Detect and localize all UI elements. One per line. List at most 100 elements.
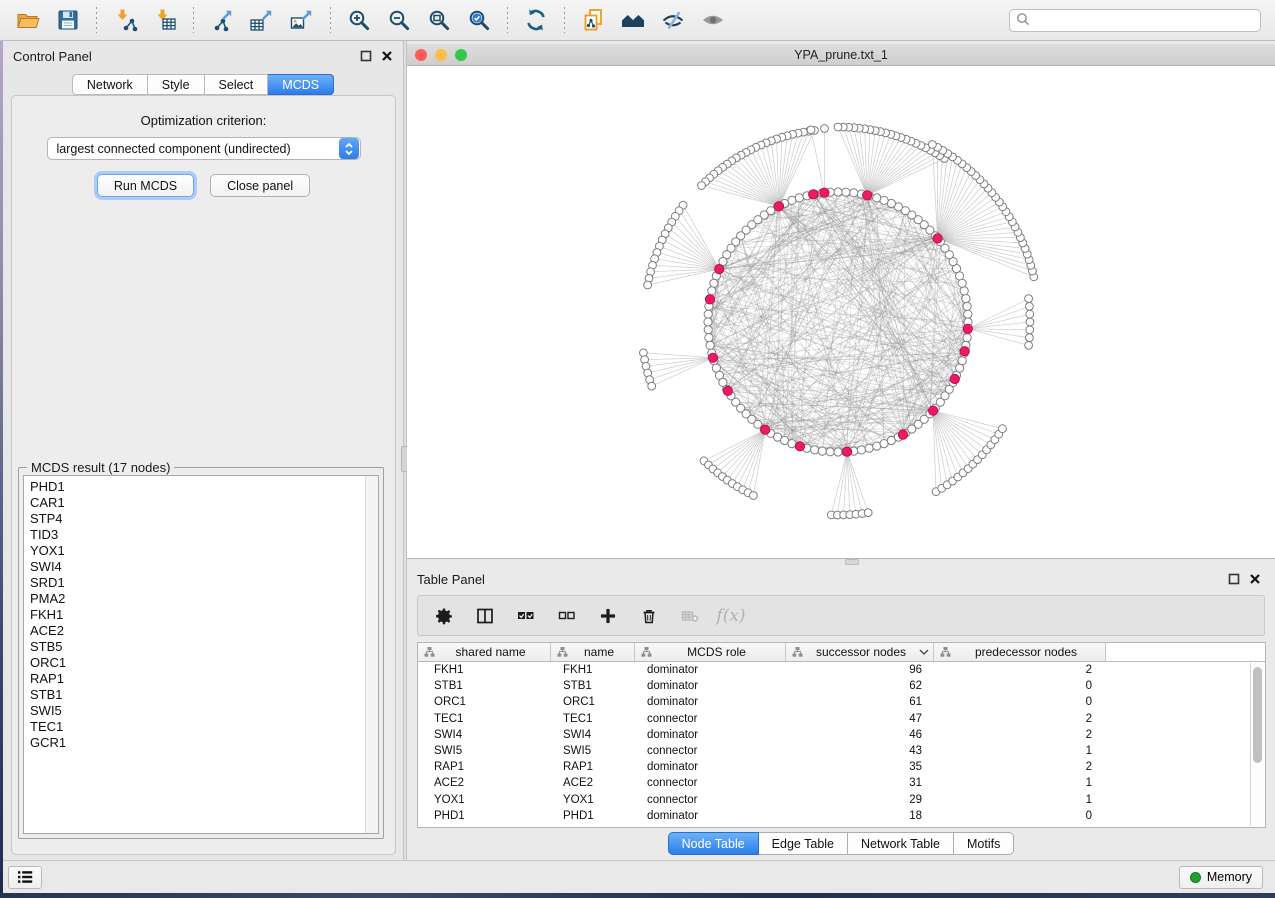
select-all-button[interactable] [514, 604, 538, 628]
cell: dominator [635, 729, 786, 741]
show-panels-button[interactable] [8, 866, 42, 889]
optimization-criterion-label: Optimization criterion: [12, 113, 395, 128]
add-button[interactable] [596, 604, 620, 628]
columns-button[interactable] [473, 604, 497, 628]
hide-selected-button[interactable] [656, 4, 690, 36]
cell: 1 [934, 777, 1106, 789]
cell: 2 [934, 713, 1106, 725]
cell: SWI4 [418, 729, 551, 741]
mcds-result-item[interactable]: SWI5 [30, 703, 378, 719]
search-input[interactable] [1034, 13, 1254, 27]
column-header-predecessor-nodes[interactable]: predecessor nodes [934, 643, 1106, 661]
export-image-button[interactable] [285, 4, 319, 36]
network-window-titlebar: YPA_prune.txt_1 [407, 44, 1275, 66]
mcds-result-item[interactable]: STB1 [30, 687, 378, 703]
cell: 62 [786, 680, 934, 692]
tab-mcds[interactable]: MCDS [268, 74, 334, 95]
mcds-result-item[interactable]: GCR1 [30, 735, 378, 751]
mcds-result-item[interactable]: ACE2 [30, 623, 378, 639]
mcds-result-item[interactable]: STP4 [30, 511, 378, 527]
cell: 0 [934, 696, 1106, 708]
table-row[interactable]: TEC1TEC1connector472 [418, 711, 1265, 727]
cell: RAP1 [418, 761, 551, 773]
horizontal-splitter-grip[interactable] [845, 559, 859, 565]
mcds-result-item[interactable]: PHD1 [30, 479, 378, 495]
table-row[interactable]: SWI5SWI5connector431 [418, 743, 1265, 759]
mcds-result-item[interactable]: PMA2 [30, 591, 378, 607]
table-row[interactable]: SWI4SWI4dominator462 [418, 727, 1265, 743]
delete-button[interactable] [637, 604, 661, 628]
zoom-in-button[interactable] [342, 4, 376, 36]
delete-icon [640, 607, 658, 625]
search-icon [1016, 12, 1030, 29]
mcds-result-item[interactable]: RAP1 [30, 671, 378, 687]
duplicate-network-button[interactable] [576, 4, 610, 36]
refresh-button[interactable] [519, 4, 553, 36]
export-network-button[interactable] [205, 4, 239, 36]
open-button[interactable] [11, 4, 45, 36]
column-header-name[interactable]: name [551, 643, 635, 661]
show-all-button[interactable] [696, 4, 730, 36]
mcds-result-item[interactable]: TEC1 [30, 719, 378, 735]
cell: ORC1 [551, 696, 635, 708]
mcds-result-item[interactable]: SRD1 [30, 575, 378, 591]
column-header-shared-name[interactable]: shared name [418, 643, 551, 661]
tab-select[interactable]: Select [205, 74, 269, 95]
close-panel-button[interactable]: Close panel [210, 174, 310, 197]
cell: connector [635, 777, 786, 789]
optimization-criterion-select[interactable]: largest connected component (undirected) [47, 137, 361, 160]
network-window-title: YPA_prune.txt_1 [407, 48, 1275, 62]
mcds-result-item[interactable]: ORC1 [30, 655, 378, 671]
tab-network-table[interactable]: Network Table [848, 832, 954, 855]
table-row[interactable]: PHD1PHD1dominator180 [418, 808, 1265, 824]
network-view-canvas[interactable] [407, 66, 1275, 559]
mcds-result-item[interactable]: FKH1 [30, 607, 378, 623]
import-table-button[interactable] [148, 4, 182, 36]
run-mcds-button[interactable]: Run MCDS [97, 174, 194, 197]
float-table-panel-icon[interactable] [1227, 573, 1240, 586]
mcds-result-item[interactable]: CAR1 [30, 495, 378, 511]
tab-network[interactable]: Network [72, 74, 148, 95]
table-row[interactable]: YOX1YOX1connector291 [418, 792, 1265, 808]
export-table-button[interactable] [245, 4, 279, 36]
zoom-fit-button[interactable] [422, 4, 456, 36]
gear-button[interactable] [432, 604, 456, 628]
table-scrollbar-thumb[interactable] [1253, 667, 1262, 763]
deselect-all-icon [558, 607, 576, 625]
mcds-result-item[interactable]: YOX1 [30, 543, 378, 559]
table-row[interactable]: FKH1FKH1dominator962 [418, 662, 1265, 678]
result-list-scrollbar[interactable] [365, 476, 378, 833]
close-panel-icon[interactable] [380, 50, 393, 63]
tab-motifs[interactable]: Motifs [954, 832, 1014, 855]
close-table-panel-icon[interactable] [1248, 573, 1261, 586]
zoom-in-icon [346, 7, 372, 33]
column-header-MCDS-role[interactable]: MCDS role [635, 643, 786, 661]
table-scrollbar[interactable] [1250, 663, 1264, 826]
table-row[interactable]: STB1STB1dominator620 [418, 678, 1265, 694]
deselect-all-button[interactable] [555, 604, 579, 628]
mcds-result-item[interactable]: TID3 [30, 527, 378, 543]
float-panel-icon[interactable] [359, 50, 372, 63]
tab-style[interactable]: Style [148, 74, 205, 95]
table-row[interactable]: ACE2ACE2connector311 [418, 775, 1265, 791]
tab-node-table[interactable]: Node Table [668, 832, 759, 855]
first-neighbors-button[interactable] [616, 4, 650, 36]
memory-button[interactable]: Memory [1179, 866, 1263, 889]
application-window: Control Panel NetworkStyleSelectMCDS Opt… [0, 0, 1275, 898]
control-panel-tabs: NetworkStyleSelectMCDS [3, 74, 403, 95]
table-row[interactable]: ORC1ORC1dominator610 [418, 694, 1265, 710]
table-toolbar: f(x) [417, 595, 1265, 636]
table-row[interactable]: RAP1RAP1dominator352 [418, 759, 1265, 775]
import-network-button[interactable] [108, 4, 142, 36]
save-button[interactable] [51, 4, 85, 36]
mcds-result-item[interactable]: SWI4 [30, 559, 378, 575]
mcds-tab-content: Optimization criterion: largest connecte… [11, 95, 396, 855]
cell: 47 [786, 713, 934, 725]
column-header-successor-nodes[interactable]: successor nodes [786, 643, 934, 661]
column-type-icon [641, 646, 652, 658]
zoom-selected-button[interactable] [462, 4, 496, 36]
mcds-result-item[interactable]: STB5 [30, 639, 378, 655]
tab-edge-table[interactable]: Edge Table [759, 832, 848, 855]
zoom-out-button[interactable] [382, 4, 416, 36]
column-type-icon [792, 646, 803, 658]
